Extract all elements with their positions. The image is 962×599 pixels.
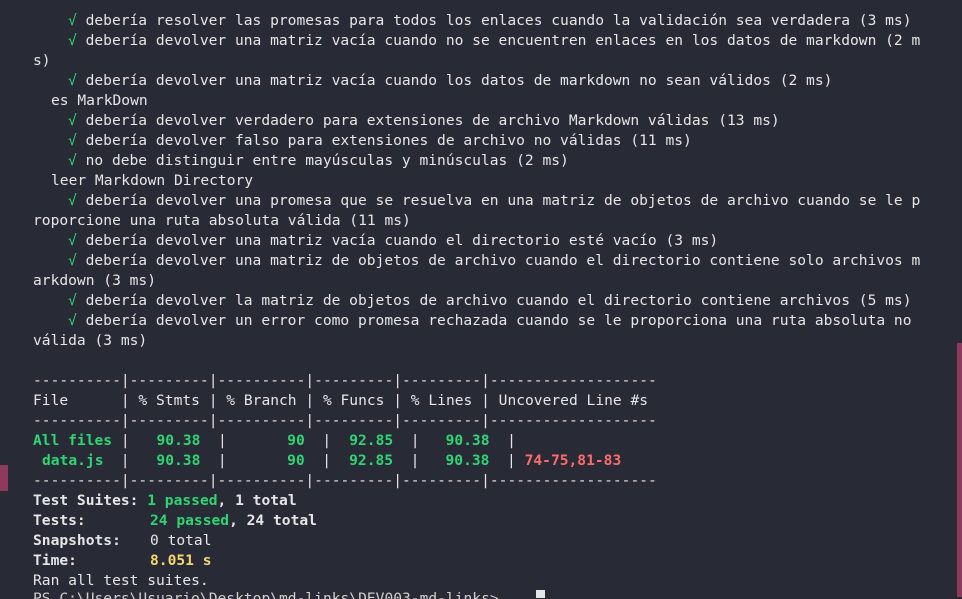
describe-group-title: es MarkDown (51, 92, 148, 109)
check-icon: √ (68, 292, 77, 309)
test-line: √ debería devolver una promesa que se re… (68, 191, 920, 211)
test-line: √ debería devolver un error como promesa… (68, 311, 912, 331)
test-text: roporcione una ruta absoluta válida (11 … (33, 212, 411, 229)
terminal-prompt[interactable]: PS C:\Users\Usuario\Desktop\md-links\DEV… (33, 589, 499, 599)
coverage-separator: ----------|---------|----------|--------… (33, 412, 657, 429)
summary-tests: Tests: 24 passed, 24 total (33, 511, 317, 531)
test-line: √ debería devolver la matriz de objetos … (68, 291, 912, 311)
test-text: debería devolver falso para extensiones … (85, 132, 692, 149)
test-text: arkdown (3 ms) (33, 272, 157, 289)
check-icon: √ (68, 132, 77, 149)
test-text: no debe distinguir entre mayúsculas y mi… (85, 152, 569, 169)
test-line: √ no debe distinguir entre mayúsculas y … (68, 151, 569, 171)
check-icon: √ (68, 152, 77, 169)
summary-passed: 1 passed (147, 492, 218, 509)
test-text: debería devolver una matriz vacía cuando… (85, 232, 719, 249)
summary-ran: Ran all test suites. (33, 572, 209, 589)
summary-total: , 24 total (229, 512, 317, 529)
coverage-separator: ----------|---------|----------|--------… (33, 472, 657, 489)
check-icon: √ (68, 192, 77, 209)
test-line: √ debería resolver las promesas para tod… (68, 11, 912, 31)
coverage-separator: ----------|---------|----------|--------… (33, 372, 657, 389)
coverage-branch: 90 (287, 452, 305, 469)
check-icon: √ (68, 252, 77, 269)
coverage-uncovered: 74-75,81-83 (524, 452, 622, 469)
left-edge-marker (0, 465, 8, 491)
test-text: debería devolver una matriz vacía cuando… (85, 72, 833, 89)
test-text: debería devolver la matriz de objetos de… (85, 292, 912, 309)
coverage-row-all-files: All files | 90.38 | 90 | 92.85 | 90.38 | (33, 432, 516, 449)
coverage-funcs: 92.85 (349, 452, 394, 469)
summary-total: , 1 total (217, 492, 297, 509)
coverage-row-data-js: data.js | 90.38 | 90 | 92.85 | 90.38 | 74-7… (33, 451, 621, 471)
summary-snapshots: Snapshots: 0 total (33, 531, 212, 551)
test-line: √ debería devolver una matriz de objetos… (68, 251, 920, 271)
coverage-file: All files (33, 432, 113, 449)
test-text: debería devolver una promesa que se resu… (85, 192, 921, 209)
test-line-wrap: s) (33, 51, 51, 71)
summary-label: Test Suites: (33, 492, 139, 509)
check-icon: √ (68, 312, 77, 329)
summary-label: Snapshots: (33, 532, 121, 549)
test-line: √ debería devolver una matriz vacía cuan… (68, 31, 920, 51)
test-text: s) (33, 52, 51, 69)
check-icon: √ (68, 72, 77, 89)
summary-label: Tests: (33, 512, 86, 529)
coverage-branch: 90 (287, 432, 305, 449)
test-line-wrap: roporcione una ruta absoluta válida (11 … (33, 211, 411, 231)
summary-label: Time: (33, 552, 77, 569)
summary-passed: 24 passed (150, 512, 230, 529)
test-line: √ debería devolver falso para extensione… (68, 131, 692, 151)
test-text: debería devolver un error como promesa r… (85, 312, 912, 329)
coverage-lines: 90.38 (445, 452, 490, 469)
check-icon: √ (68, 112, 77, 129)
coverage-stmts: 90.38 (156, 432, 201, 449)
test-text: debería devolver una matriz de objetos d… (85, 252, 921, 269)
coverage-funcs: 92.85 (349, 432, 394, 449)
test-line-wrap: válida (3 ms) (33, 331, 147, 351)
describe-group-title: leer Markdown Directory (51, 172, 254, 189)
coverage-header: File | % Stmts | % Branch | % Funcs | % … (33, 392, 657, 409)
test-line: √ debería devolver una matriz vacía cuan… (68, 71, 832, 91)
check-icon: √ (68, 32, 77, 49)
test-line-wrap: arkdown (3 ms) (33, 271, 156, 291)
scrollbar-thumb[interactable] (957, 343, 962, 597)
test-line: √ debería devolver una matriz vacía cuan… (68, 231, 718, 251)
coverage-file: data.js (42, 452, 104, 469)
coverage-lines: 90.38 (445, 432, 490, 449)
summary-time: Time: 8.051 s (33, 551, 212, 571)
coverage-stmts: 90.38 (156, 452, 201, 469)
check-icon: √ (68, 232, 77, 249)
summary-value: 8.051 s (150, 552, 212, 569)
test-text: debería resolver las promesas para todos… (85, 12, 912, 29)
test-line: √ debería devolver verdadero para extens… (68, 111, 780, 131)
summary-suites: Test Suites: 1 passed, 1 total (33, 491, 297, 511)
summary-value: 0 total (150, 532, 212, 549)
test-text: debería devolver verdadero para extensio… (85, 112, 780, 129)
test-text: válida (3 ms) (33, 332, 148, 349)
test-text: debería devolver una matriz vacía cuando… (85, 32, 921, 49)
check-icon: √ (68, 12, 77, 29)
